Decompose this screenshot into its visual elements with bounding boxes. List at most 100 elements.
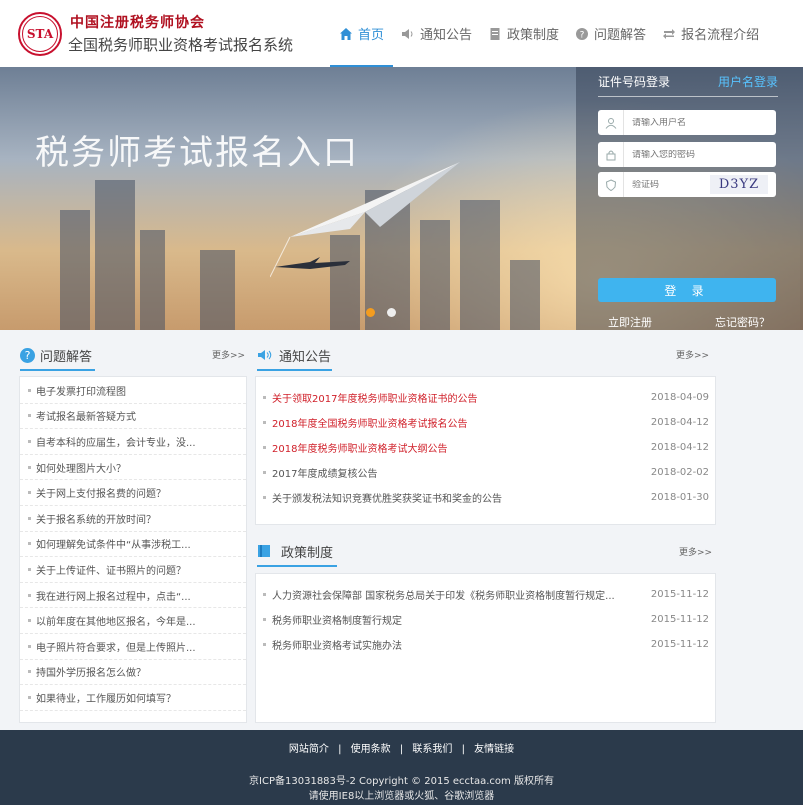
home-icon	[340, 27, 352, 40]
faq-title: 问题解答	[40, 349, 93, 365]
nav-policy[interactable]: 政策制度	[480, 0, 567, 67]
notice-item[interactable]: 2018年度全国税务师职业资格考试报名公告 2018-04-12	[263, 410, 709, 435]
policy-item-title[interactable]: 税务师职业资格考试实施办法	[272, 637, 647, 652]
shield-icon	[598, 172, 624, 197]
nav-faq[interactable]: ? 问题解答	[567, 0, 654, 67]
login-panel: 证件号码登录 用户名登录 D3YZ 登 录 立即注册 忘记密码？	[576, 67, 803, 330]
nav-notices-label: 通知公告	[420, 28, 473, 43]
login-tabs: 证件号码登录 用户名登录	[598, 73, 778, 97]
footer-browser-note: 请使用IE8以上浏览器或火狐、谷歌浏览器	[308, 791, 495, 802]
notice-title[interactable]: 关于颁发税法知识竞赛优胜奖获奖证书和奖金的公告	[272, 490, 647, 505]
policy-item-title[interactable]: 税务师职业资格制度暂行规定	[272, 612, 647, 627]
paper-plane-icon	[270, 162, 460, 278]
footer-link-contact[interactable]: 联系我们	[412, 744, 452, 755]
slide-dot-1[interactable]	[366, 308, 375, 317]
nav-policy-label: 政策制度	[507, 28, 560, 43]
faq-item[interactable]: 我在进行网上报名过程中，点击“...	[20, 583, 246, 609]
nav-home[interactable]: 首页	[330, 0, 394, 67]
tab-username-login[interactable]: 用户名登录	[718, 73, 778, 90]
forgot-password-link[interactable]: 忘记密码？	[715, 314, 770, 330]
policy-more-link[interactable]: 更多>>	[679, 545, 712, 558]
question-circle-icon: ?	[20, 347, 35, 363]
faq-item[interactable]: 考试报名最新答疑方式	[20, 404, 246, 430]
footer-link-about[interactable]: 网站简介	[289, 744, 329, 755]
login-links: 立即注册 忘记密码？	[608, 314, 770, 330]
site-footer: 网站简介 | 使用条款 | 联系我们 | 友情链接 京ICP备13031883号…	[0, 730, 803, 805]
notices-title: 通知公告	[279, 349, 332, 365]
policy-list: 人力资源社会保障部 国家税务总局关于印发《税务师职业资格制度暂行规定... 201…	[263, 582, 709, 657]
notice-item[interactable]: 关于颁发税法知识竞赛优胜奖获奖证书和奖金的公告 2018-01-30	[263, 485, 709, 510]
policy-item[interactable]: 税务师职业资格考试实施办法 2015-11-12	[263, 632, 709, 657]
notice-date: 2018-04-09	[650, 392, 709, 403]
faq-item[interactable]: 电子照片符合要求，但是上传照片...	[20, 634, 246, 660]
footer-link-friends[interactable]: 友情链接	[474, 744, 514, 755]
faq-item[interactable]: 持国外学历报名怎么做？	[20, 660, 246, 686]
nav-process[interactable]: 报名流程介绍	[654, 0, 767, 67]
policy-item-date: 2015-11-12	[650, 589, 709, 600]
notices-header: 通知公告	[257, 340, 715, 371]
building-shape	[60, 210, 90, 330]
notice-title[interactable]: 关于领取2017年度税务师职业资格证书的公告	[272, 390, 647, 405]
lock-icon	[598, 142, 624, 167]
username-field	[598, 110, 776, 135]
captcha-image[interactable]: D3YZ	[710, 175, 768, 194]
notice-title[interactable]: 2018年度税务师职业资格考试大纲公告	[272, 440, 647, 455]
password-field	[598, 142, 776, 167]
faq-list: 电子发票打印流程图 考试报名最新答疑方式 自考本科的应届生，会计专业，没... …	[20, 378, 246, 711]
site-header: STA 中国注册税务师协会 全国税务师职业资格考试报名系统 首页 通知公告 政策…	[0, 0, 803, 67]
policy-item-title[interactable]: 人力资源社会保障部 国家税务总局关于印发《税务师职业资格制度暂行规定...	[272, 587, 647, 602]
notices-more-link[interactable]: 更多>>	[676, 348, 709, 361]
notice-item[interactable]: 2018年度税务师职业资格考试大纲公告 2018-04-12	[263, 435, 709, 460]
faq-item[interactable]: 关于上传证件、证书照片的问题？	[20, 557, 246, 583]
faq-item[interactable]: 自考本科的应届生，会计专业，没...	[20, 429, 246, 455]
footer-copyright: 京ICP备13031883号-2 Copyright © 2015 ecctaa…	[249, 776, 554, 787]
nav-home-label: 首页	[358, 28, 385, 43]
notice-item[interactable]: 2017年度成绩复核公告 2018-02-02	[263, 460, 709, 485]
faq-item[interactable]: 以前年度在其他地区报名，今年是...	[20, 608, 246, 634]
login-button[interactable]: 登 录	[598, 278, 776, 302]
logo-emblem-icon[interactable]: STA	[18, 12, 62, 56]
notices-list: 关于领取2017年度税务师职业资格证书的公告 2018-04-09 2018年度全…	[263, 385, 709, 510]
notice-item[interactable]: 关于领取2017年度税务师职业资格证书的公告 2018-04-09	[263, 385, 709, 410]
question-icon: ?	[576, 27, 589, 40]
policy-title: 政策制度	[281, 545, 334, 561]
policy-item[interactable]: 税务师职业资格制度暂行规定 2015-11-12	[263, 607, 709, 632]
faq-item[interactable]: 如果待业，工作履历如何填写？	[20, 685, 246, 711]
nav-faq-label: 问题解答	[594, 28, 647, 43]
notice-title[interactable]: 2018年度全国税务师职业资格考试报名公告	[272, 415, 647, 430]
association-name: 中国注册税务师协会	[70, 15, 205, 31]
slide-indicators	[366, 308, 396, 317]
nav-notices[interactable]: 通知公告	[393, 0, 480, 67]
faq-item[interactable]: 关于网上支付报名费的问题？	[20, 480, 246, 506]
footer-link-terms[interactable]: 使用条款	[351, 744, 391, 755]
register-link[interactable]: 立即注册	[608, 314, 652, 330]
password-input[interactable]	[624, 149, 734, 160]
notice-date: 2018-01-30	[650, 492, 709, 503]
building-shape	[140, 230, 165, 330]
policy-item[interactable]: 人力资源社会保障部 国家税务总局关于印发《税务师职业资格制度暂行规定... 201…	[263, 582, 709, 607]
captcha-field: D3YZ	[598, 172, 776, 197]
nav-process-label: 报名流程介绍	[681, 28, 760, 43]
footer-links: 网站简介 | 使用条款 | 联系我们 | 友情链接	[288, 744, 515, 755]
notice-date: 2018-04-12	[650, 417, 709, 428]
policy-item-date: 2015-11-12	[650, 639, 709, 650]
slide-dot-2[interactable]	[387, 308, 396, 317]
main-nav: 首页 通知公告 政策制度 ? 问题解答 报名流程介绍	[330, 0, 767, 67]
notice-date: 2018-04-12	[650, 442, 709, 453]
faq-item[interactable]: 关于报名系统的开放时间？	[20, 506, 246, 532]
building-shape	[200, 250, 235, 330]
speaker-icon	[402, 28, 413, 39]
book-icon	[258, 545, 270, 557]
document-icon	[490, 27, 500, 40]
faq-item[interactable]: 电子发票打印流程图	[20, 378, 246, 404]
building-shape	[95, 180, 135, 330]
notice-date: 2018-02-02	[650, 467, 709, 478]
faq-item[interactable]: 如何处理图片大小？	[20, 455, 246, 481]
username-input[interactable]	[624, 117, 734, 128]
policy-item-date: 2015-11-12	[650, 614, 709, 625]
building-shape	[510, 260, 540, 330]
faq-item[interactable]: 如何理解免试条件中“从事涉税工...	[20, 532, 246, 558]
notice-title[interactable]: 2017年度成绩复核公告	[272, 465, 647, 480]
faq-more-link[interactable]: 更多>>	[212, 348, 245, 361]
tab-id-login[interactable]: 证件号码登录	[598, 73, 670, 90]
